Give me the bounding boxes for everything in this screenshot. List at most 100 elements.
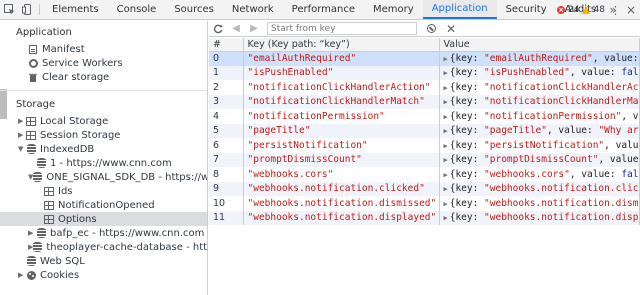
sidebar-item-db-onesignal[interactable]: ▼ ONE_SIGNAL_SDK_DB - https://www.cnn.co [28, 170, 207, 184]
row-key: "promptDismissCount" [243, 152, 440, 167]
inspect-element-icon[interactable] [0, 0, 18, 19]
tab-elements[interactable]: Elements [43, 0, 108, 19]
warning-count[interactable]: 48 [593, 5, 604, 15]
expand-arrow-icon[interactable]: ▶ [444, 171, 448, 179]
table-row[interactable]: 2 "notificationClickHandlerAction" ▶ {key: … [209, 80, 640, 95]
sidebar-item-cookies[interactable]: ▶ Cookies [18, 268, 207, 282]
expand-arrow-icon[interactable]: ▶ [444, 69, 448, 77]
sidebar-item-label: Cookies [40, 269, 80, 281]
table-row[interactable]: 6 "persistNotification" ▶ {key: "persistNot… [209, 138, 640, 153]
sidebar-item-db-bafp[interactable]: ▶ bafp_ec - https://www.cnn.com [28, 226, 207, 240]
sidebar-item-db-theoplayer[interactable]: ▶ theoplayer-cache-database - https://ww… [28, 240, 207, 254]
delete-selected-icon[interactable]: ✕ [442, 21, 460, 37]
table-row[interactable]: 5 "pageTitle" ▶ {key: "pageTitle", value: "… [209, 123, 640, 138]
error-count[interactable]: 24 [568, 5, 579, 15]
section-title-storage: Storage [16, 99, 56, 110]
table-row[interactable]: 0 "emailAuthRequired" ▶ {key: "emailAuthReq… [209, 51, 640, 66]
row-value[interactable]: ▶{key: "notificationPermission", value: [439, 109, 640, 124]
row-value[interactable]: ▶{key: "webhooks.cors", value: false} [439, 167, 640, 182]
expand-arrow-icon[interactable]: ▶ [444, 142, 448, 150]
sidebar-item-session-storage[interactable]: ▶ Session Storage [18, 128, 207, 142]
sidebar-item-indexeddb[interactable]: ▼ IndexedDB [18, 142, 207, 156]
tab-console[interactable]: Console [108, 0, 166, 19]
expand-arrow-icon[interactable]: ▶ [18, 271, 26, 279]
expand-arrow-icon[interactable]: ▶ [18, 131, 26, 139]
tab-network[interactable]: Network [223, 0, 283, 19]
sidebar-scrollbar[interactable] [0, 89, 7, 119]
sidebar-item-local-storage[interactable]: ▶ Local Storage [18, 114, 207, 128]
table-row[interactable]: 10 "webhooks.notification.dismissed" ▶ {key… [209, 196, 640, 211]
refresh-icon[interactable] [209, 21, 227, 37]
table-row[interactable]: 7 "promptDismissCount" ▶ {key: "promptDismi… [209, 152, 640, 167]
row-value[interactable]: ▶{key: "persistNotification", value: tru [439, 138, 640, 153]
error-icon[interactable]: × [557, 6, 566, 14]
start-from-key-input[interactable] [267, 22, 417, 35]
grid-icon [26, 130, 36, 140]
sidebar-item-clear-storage[interactable]: Clear storage [28, 70, 109, 84]
tab-memory[interactable]: Memory [364, 0, 423, 19]
row-value[interactable]: ▶{key: "webhooks.notification.clicked", … [439, 181, 640, 196]
warning-icon[interactable] [582, 6, 591, 14]
column-header-value[interactable]: Value [439, 38, 640, 52]
row-value[interactable]: ▶{key: "webhooks.notification.displayed"… [439, 210, 640, 225]
next-page-icon[interactable]: ▶ [245, 21, 263, 37]
value-separator: , value: [569, 67, 622, 79]
column-header-key[interactable]: Key (Key path: “key”) [243, 38, 440, 52]
sidebar-item-db-cnn[interactable]: 1 - https://www.cnn.com [36, 156, 207, 170]
close-devtools-icon[interactable]: × [626, 3, 636, 17]
tab-security[interactable]: Security [497, 0, 556, 19]
previous-page-icon[interactable]: ◀ [227, 21, 245, 37]
expand-arrow-icon[interactable]: ▶ [444, 127, 448, 135]
expand-arrow-icon[interactable]: ▶ [444, 55, 448, 63]
sidebar-item-store-ids[interactable]: Ids [44, 184, 207, 198]
row-value[interactable]: ▶{key: "isPushEnabled", value: false [439, 65, 640, 80]
expand-arrow-icon[interactable]: ▶ [28, 229, 36, 237]
table-row[interactable]: 1 "isPushEnabled" ▶ {key: "isPushEnabled", … [209, 65, 640, 80]
grid-icon [44, 214, 54, 224]
value-prefix: {key: [449, 96, 485, 108]
sidebar-item-web-sql[interactable]: Web SQL [26, 254, 207, 268]
tab-performance[interactable]: Performance [283, 0, 364, 19]
device-toolbar-icon[interactable] [18, 0, 36, 19]
value-key-string: "webhooks.notification.clicked" [484, 183, 639, 195]
sidebar-item-service-workers[interactable]: Service Workers [28, 56, 123, 70]
expand-arrow-icon[interactable]: ▶ [444, 113, 448, 121]
row-value[interactable]: ▶{key: "pageTitle", value: "Why are Norw [439, 123, 640, 138]
row-key: "notificationPermission" [243, 109, 440, 124]
row-value[interactable]: ▶{key: "notificationClickHandlerMatch", … [439, 94, 640, 109]
cookie-icon [26, 270, 36, 280]
expand-arrow-icon[interactable]: ▶ [444, 200, 448, 208]
value-prefix: {key: [449, 125, 485, 137]
row-value[interactable]: ▶{key: "emailAuthRequired", value: false [439, 51, 640, 66]
table-row[interactable]: 3 "notificationClickHandlerMatch" ▶ {key: "… [209, 94, 640, 109]
expand-arrow-icon[interactable]: ▶ [444, 84, 448, 92]
expand-arrow-icon[interactable]: ▶ [18, 117, 26, 125]
row-key: "isPushEnabled" [243, 65, 440, 80]
value-key-string: "notificationClickHandlerMatch" [484, 96, 639, 108]
table-row[interactable]: 11 "webhooks.notification.displayed" ▶ {key… [209, 210, 640, 225]
expand-arrow-icon[interactable]: ▶ [444, 156, 448, 164]
row-index: 3 [209, 94, 244, 109]
tab-application[interactable]: Application [422, 0, 497, 19]
table-row[interactable]: 4 "notificationPermission" ▶ {key: "notific… [209, 109, 640, 124]
sidebar-item-label: Session Storage [40, 129, 121, 141]
sidebar-item-store-notification-opened[interactable]: NotificationOpened [44, 198, 207, 212]
table-row[interactable]: 9 "webhooks.notification.clicked" ▶ {key: "… [209, 181, 640, 196]
sidebar-item-store-options[interactable]: Options [0, 212, 207, 226]
expand-arrow-icon[interactable]: ▶ [444, 185, 448, 193]
tab-sources[interactable]: Sources [165, 0, 223, 19]
sidebar-divider [0, 90, 207, 91]
row-value[interactable]: ▶{key: "notificationClickHandlerAction",… [439, 80, 640, 95]
sidebar-item-manifest[interactable]: Manifest [28, 42, 85, 56]
clear-object-store-icon[interactable] [427, 24, 436, 33]
collapse-arrow-icon[interactable]: ▼ [18, 145, 26, 153]
expand-arrow-icon[interactable]: ▶ [444, 214, 448, 222]
expand-arrow-icon[interactable]: ▶ [444, 98, 448, 106]
table-row[interactable]: 8 "webhooks.cors" ▶ {key: "webhooks.cors", … [209, 167, 640, 182]
toolbar-status: × 24 48 ⋮ × [557, 0, 640, 20]
sidebar-item-label: Service Workers [42, 57, 123, 69]
column-header-index[interactable]: # [209, 38, 244, 52]
row-value[interactable]: ▶{key: "webhooks.notification.dismissed"… [439, 196, 640, 211]
more-options-icon[interactable]: ⋮ [610, 4, 621, 17]
row-value[interactable]: ▶{key: "promptDismissCount", value: 5} [439, 152, 640, 167]
